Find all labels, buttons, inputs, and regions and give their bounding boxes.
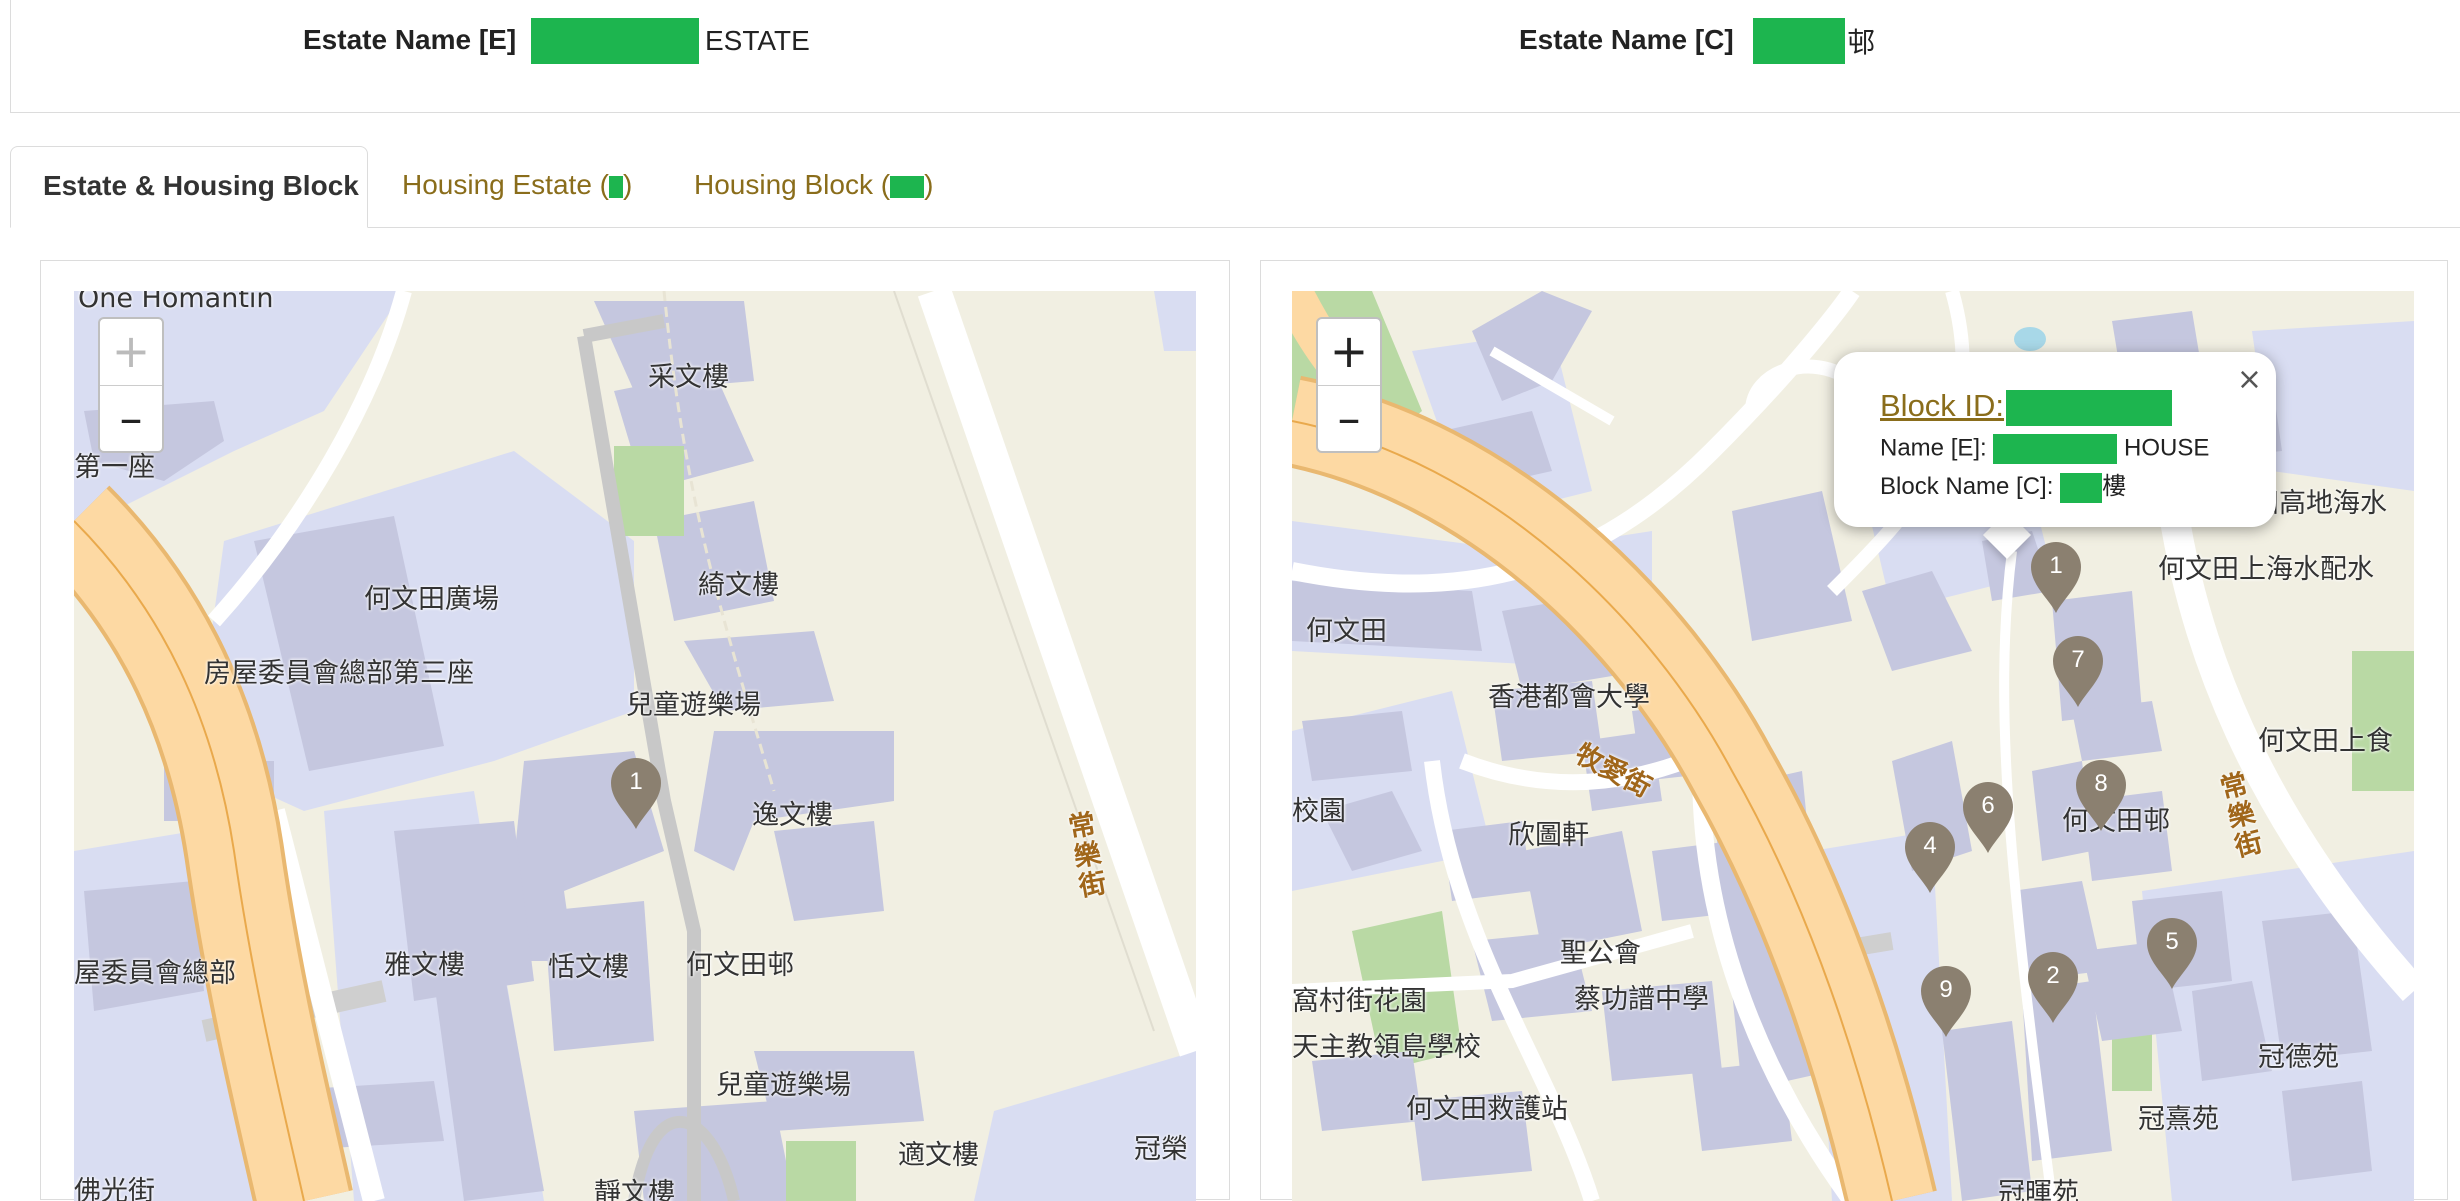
marker-number: 5 (2165, 928, 2179, 955)
marker-number: 1 (2049, 552, 2063, 579)
block-info-popup: × Block ID: Name [E]: HOUSE Block Name [… (1834, 352, 2276, 527)
marker-number: 8 (2094, 770, 2108, 797)
marker-number: 4 (1923, 832, 1937, 859)
block-map-zoom-control: + – (1316, 317, 1382, 453)
estate-header-card: Estate Name [E] ESTATE Estate Name [C] 邨 (10, 0, 2460, 113)
tab-housing-estate[interactable]: Housing Estate () (370, 146, 664, 227)
estate-map-canvas (74, 291, 1196, 1201)
redaction-block (1753, 18, 1845, 64)
block-id-link[interactable]: Block ID: (1880, 388, 2173, 426)
estate-map-zoom-control: + – (98, 317, 164, 453)
popup-block-name-c: Block Name [C]: 樓 (1880, 466, 2126, 503)
map-label: 采文樓 (648, 362, 729, 393)
block-marker[interactable]: 1 (2029, 541, 2083, 615)
estate-name-e-suffix: ESTATE (705, 25, 810, 56)
block-marker[interactable]: 5 (2145, 917, 2199, 991)
marker-number: 6 (1981, 792, 1995, 819)
estate-name-e-value: ESTATE (531, 18, 810, 64)
map-label: 第一座 (74, 452, 155, 483)
map-label: 適文樓 (898, 1140, 979, 1171)
block-id-label: Block ID: (1880, 388, 2005, 423)
estate-map[interactable]: + – One Homantin 采文樓 第一座 何文田廣場 綺文樓 房屋委員會… (74, 291, 1196, 1201)
map-label: 兒童遊樂場 (716, 1070, 851, 1101)
map-label: 冠德苑 (2258, 1042, 2339, 1073)
zoom-in-button[interactable]: + (1318, 319, 1380, 386)
map-label: 欣圖軒 (1508, 820, 1589, 851)
block-marker[interactable]: 2 (2026, 951, 2080, 1025)
tab-bar: Estate & Housing Block Housing Estate ()… (10, 146, 2460, 228)
block-marker[interactable]: 6 (1961, 781, 2015, 855)
map-label: One Homantin (78, 291, 274, 314)
redaction-block (2006, 389, 2173, 426)
marker-number: 2 (2046, 962, 2060, 989)
map-label: 何文田上海水配水 (2158, 554, 2374, 585)
map-label: 冠熹苑 (2138, 1104, 2219, 1135)
map-label: 聖公會 (1560, 938, 1641, 969)
map-label: 靜文樓 (594, 1178, 675, 1201)
map-label: 何文田救護站 (1406, 1094, 1568, 1125)
estate-name-e-label: Estate Name [E] (303, 24, 517, 55)
estate-name-c-value: 邨 (1753, 18, 1875, 64)
block-marker[interactable]: 7 (2051, 635, 2105, 709)
map-label: 逸文樓 (752, 800, 833, 831)
name-e-suffix: HOUSE (2124, 434, 2210, 462)
map-label: 何文田廣場 (364, 584, 499, 615)
estate-name-c-suffix: 邨 (1847, 26, 1876, 59)
redaction-block (609, 175, 623, 198)
redaction-block (531, 18, 699, 64)
tab-housing-block[interactable]: Housing Block () (662, 146, 965, 227)
map-label: 冠榮 (1134, 1134, 1188, 1165)
close-icon[interactable]: × (2237, 362, 2262, 397)
block-marker[interactable]: 8 (2074, 759, 2128, 833)
map-label: 屋委員會總部 (74, 958, 236, 989)
marker-number: 7 (2071, 646, 2085, 673)
popup-name-e: Name [E]: HOUSE (1880, 434, 2209, 464)
block-name-c-suffix: 樓 (2102, 472, 2127, 500)
redaction-block (2060, 472, 2103, 503)
tab-label: Housing Estate (402, 169, 592, 200)
map-label: 兒童遊樂場 (626, 690, 761, 721)
map-label: 窩村街花園 (1292, 986, 1427, 1017)
map-label: 校園 (1292, 796, 1346, 827)
marker-number: 9 (1939, 976, 1953, 1003)
map-label: 雅文樓 (384, 950, 465, 981)
map-label: 恬文樓 (548, 952, 629, 983)
map-label: 蔡功譜中學 (1574, 984, 1709, 1015)
block-marker[interactable]: 9 (1919, 965, 1973, 1039)
tab-estate-housing-block[interactable]: Estate & Housing Block (10, 146, 368, 228)
map-label: 綺文樓 (698, 570, 779, 601)
map-label: 佛光街 (74, 1176, 155, 1201)
block-marker[interactable]: 4 (1903, 821, 1957, 895)
map-label: 何文田邨 (686, 950, 794, 981)
map-label: 何文田 (1306, 616, 1387, 647)
map-label: 冠暉苑 (1998, 1178, 2079, 1201)
map-label: 房屋委員會總部第三座 (204, 658, 474, 689)
map-label: 天主教領島學校 (1292, 1032, 1481, 1063)
zoom-in-button[interactable]: + (100, 319, 162, 386)
redaction-block (890, 175, 925, 198)
block-name-c-label: Block Name [C]: (1880, 473, 2054, 500)
block-marker[interactable]: 1 (609, 757, 663, 831)
tab-label: Housing Block (694, 169, 873, 200)
name-e-label: Name [E]: (1880, 434, 1987, 462)
marker-number: 1 (629, 768, 643, 795)
map-label: 香港都會大學 (1488, 682, 1650, 713)
tab-label: Estate & Housing Block (43, 170, 359, 201)
estate-name-c-label: Estate Name [C] (1519, 24, 1734, 55)
zoom-out-button[interactable]: – (100, 386, 162, 451)
map-label: 何文田上食 (2258, 726, 2393, 757)
zoom-out-button[interactable]: – (1318, 386, 1380, 451)
redaction-block (1993, 434, 2118, 464)
